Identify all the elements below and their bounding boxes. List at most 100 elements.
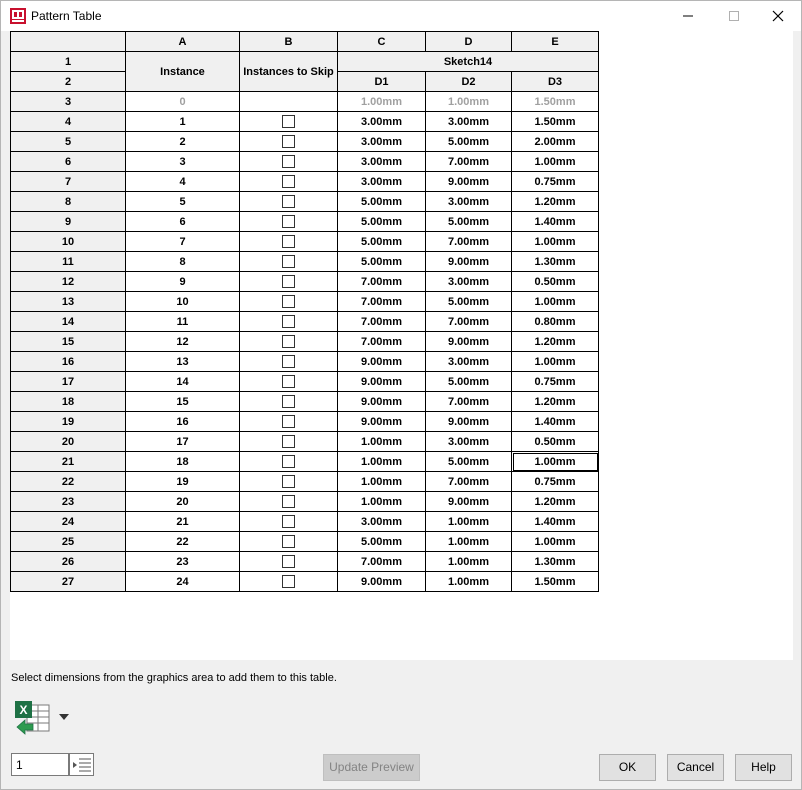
row-header[interactable]: 4 — [10, 111, 126, 132]
d3-cell[interactable]: 1.00mm — [511, 351, 599, 372]
corner-cell[interactable] — [10, 31, 126, 52]
d3-cell[interactable]: 1.40mm — [511, 411, 599, 432]
skip-cell[interactable] — [239, 311, 338, 332]
instance-cell[interactable]: 8 — [125, 251, 240, 272]
skip-checkbox[interactable] — [282, 375, 295, 388]
d1-cell[interactable]: 7.00mm — [337, 551, 426, 572]
column-header-b[interactable]: B — [239, 31, 338, 52]
d3-cell[interactable]: 2.00mm — [511, 131, 599, 152]
skip-cell[interactable] — [239, 371, 338, 392]
skip-checkbox[interactable] — [282, 235, 295, 248]
d2-cell[interactable]: 9.00mm — [425, 171, 512, 192]
instance-cell[interactable]: 13 — [125, 351, 240, 372]
instance-cell[interactable]: 14 — [125, 371, 240, 392]
skip-cell[interactable] — [239, 331, 338, 352]
d2-cell[interactable]: 3.00mm — [425, 271, 512, 292]
skip-cell[interactable] — [239, 191, 338, 212]
excel-import-button[interactable]: X — [13, 699, 53, 737]
spinner-button[interactable] — [69, 753, 94, 776]
d1-cell[interactable]: 3.00mm — [337, 171, 426, 192]
skip-cell[interactable] — [239, 551, 338, 572]
skip-checkbox[interactable] — [282, 195, 295, 208]
d2-cell[interactable]: 7.00mm — [425, 231, 512, 252]
skip-checkbox[interactable] — [282, 575, 295, 588]
d1-cell[interactable]: 9.00mm — [337, 391, 426, 412]
instance-cell[interactable]: 24 — [125, 571, 240, 592]
instance-cell[interactable]: 17 — [125, 431, 240, 452]
row-header[interactable]: 22 — [10, 471, 126, 492]
d3-cell[interactable]: 1.50mm — [511, 91, 599, 112]
d1-cell[interactable]: 5.00mm — [337, 231, 426, 252]
skip-checkbox[interactable] — [282, 515, 295, 528]
skip-cell[interactable] — [239, 411, 338, 432]
minimize-button[interactable] — [665, 1, 711, 31]
skip-cell[interactable] — [239, 531, 338, 552]
d2-cell[interactable]: 1.00mm — [425, 571, 512, 592]
d2-cell[interactable]: 3.00mm — [425, 431, 512, 452]
row-header[interactable]: 9 — [10, 211, 126, 232]
chevron-down-icon[interactable] — [58, 713, 70, 721]
d3-cell[interactable]: 0.75mm — [511, 371, 599, 392]
d1-cell[interactable]: 5.00mm — [337, 251, 426, 272]
row-header[interactable]: 1 — [10, 51, 126, 72]
d3-cell[interactable]: 0.75mm — [511, 471, 599, 492]
d2-cell[interactable]: 7.00mm — [425, 471, 512, 492]
skip-checkbox[interactable] — [282, 535, 295, 548]
row-header[interactable]: 26 — [10, 551, 126, 572]
row-header[interactable]: 27 — [10, 571, 126, 592]
d1-cell[interactable]: 1.00mm — [337, 91, 426, 112]
column-header-d[interactable]: D — [425, 31, 512, 52]
d3-cell[interactable]: 1.00mm — [511, 531, 599, 552]
d1-cell[interactable]: 5.00mm — [337, 531, 426, 552]
skip-checkbox[interactable] — [282, 215, 295, 228]
skip-checkbox[interactable] — [282, 335, 295, 348]
row-header[interactable]: 21 — [10, 451, 126, 472]
row-header[interactable]: 6 — [10, 151, 126, 172]
instance-cell[interactable]: 10 — [125, 291, 240, 312]
column-header-c[interactable]: C — [337, 31, 426, 52]
d1-cell[interactable]: 1.00mm — [337, 451, 426, 472]
close-button[interactable] — [755, 1, 801, 31]
ok-button[interactable]: OK — [599, 754, 656, 781]
skip-checkbox[interactable] — [282, 155, 295, 168]
instance-cell[interactable]: 21 — [125, 511, 240, 532]
row-header[interactable]: 15 — [10, 331, 126, 352]
d3-cell[interactable]: 0.50mm — [511, 271, 599, 292]
skip-checkbox[interactable] — [282, 435, 295, 448]
skip-cell[interactable] — [239, 451, 338, 472]
instance-cell[interactable]: 6 — [125, 211, 240, 232]
d3-cell[interactable]: 1.20mm — [511, 331, 599, 352]
instance-cell[interactable]: 16 — [125, 411, 240, 432]
d1-cell[interactable]: 5.00mm — [337, 211, 426, 232]
d3-cell[interactable]: 1.30mm — [511, 251, 599, 272]
instance-cell[interactable]: 20 — [125, 491, 240, 512]
row-header[interactable]: 23 — [10, 491, 126, 512]
d2-cell[interactable]: 9.00mm — [425, 411, 512, 432]
row-header[interactable]: 10 — [10, 231, 126, 252]
skip-cell[interactable] — [239, 471, 338, 492]
d3-cell[interactable]: 1.50mm — [511, 571, 599, 592]
skip-cell[interactable] — [239, 431, 338, 452]
instance-cell[interactable]: 3 — [125, 151, 240, 172]
d2-cell[interactable]: 7.00mm — [425, 391, 512, 412]
skip-cell[interactable] — [239, 171, 338, 192]
row-header[interactable]: 7 — [10, 171, 126, 192]
skip-checkbox[interactable] — [282, 415, 295, 428]
skip-cell[interactable] — [239, 351, 338, 372]
row-header[interactable]: 17 — [10, 371, 126, 392]
instance-cell[interactable]: 7 — [125, 231, 240, 252]
skip-cell[interactable] — [239, 111, 338, 132]
d1-cell[interactable]: 9.00mm — [337, 571, 426, 592]
row-header[interactable]: 2 — [10, 71, 126, 92]
d3-cell[interactable]: 1.00mm — [511, 151, 599, 172]
skip-cell[interactable] — [239, 291, 338, 312]
d3-cell[interactable]: 1.20mm — [511, 191, 599, 212]
d1-cell[interactable]: 1.00mm — [337, 431, 426, 452]
skip-cell[interactable] — [239, 571, 338, 592]
d3-cell[interactable]: 1.00mm — [511, 291, 599, 312]
row-header[interactable]: 24 — [10, 511, 126, 532]
d1-cell[interactable]: 5.00mm — [337, 191, 426, 212]
dimension-header-d3[interactable]: D3 — [511, 71, 599, 92]
d2-cell[interactable]: 1.00mm — [425, 91, 512, 112]
row-header[interactable]: 18 — [10, 391, 126, 412]
